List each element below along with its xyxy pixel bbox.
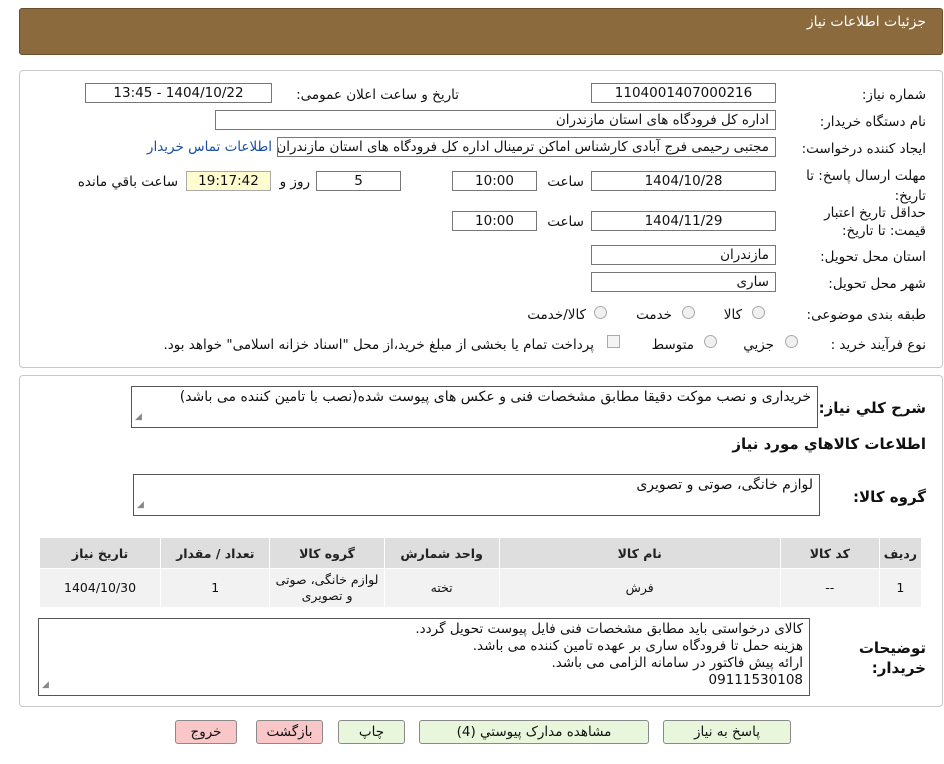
buyer-notes-textarea[interactable]: کالای درخواستی باید مطابق مشخصات فنی فای… (38, 618, 810, 696)
col-code-header: کد کالا (779, 537, 880, 569)
cell-group: لوازم خانگی، صوتی و تصویری (269, 568, 385, 608)
validity-date-field: 1404/11/29 (591, 211, 776, 231)
summary-text: خریداری و نصب موکت دقیقا مطابق مشخصات فن… (179, 389, 811, 405)
buyer-contact-link[interactable]: اطلاعات تماس خریدار (147, 139, 272, 155)
category-label: طبقه بندی موضوعی: (806, 307, 926, 323)
col-qty-header: تعداد / مقدار (160, 537, 271, 569)
cell-name: فرش (498, 568, 781, 608)
remaining-time-field: 19:17:42 (186, 171, 271, 191)
deadline-time-field: 10:00 (452, 171, 537, 191)
process-medium-radio[interactable] (704, 335, 717, 348)
need-number-field: 1104001407000216 (591, 83, 776, 103)
deadline-label: مهلت ارسال پاسخ: تا تاریخ: (806, 168, 926, 204)
goods-info-title: اطلاعات کالاهاي مورد نياز (732, 435, 926, 453)
announce-field: 1404/10/22 - 13:45 (85, 83, 272, 103)
days-label: روز و (279, 174, 310, 190)
process-label: نوع فرآیند خرید : (830, 337, 926, 353)
treasury-checkbox[interactable] (607, 335, 620, 348)
view-attachments-button[interactable]: مشاهده مدارک پیوستي (4) (419, 720, 649, 744)
category-service-label: خدمت (636, 307, 672, 323)
col-group-header: گروه کالا (269, 537, 385, 569)
resize-grip-icon[interactable]: ◢ (137, 497, 144, 514)
note-line: 09111530108 (708, 672, 803, 688)
summary-label: شرح کلي نياز: (818, 399, 926, 417)
buyer-org-field: اداره کل فرودگاه های استان مازندران (215, 110, 776, 130)
col-row-header: رديف (878, 537, 923, 569)
print-button[interactable]: چاپ (338, 720, 405, 744)
goods-group-label: گروه کالا: (853, 488, 926, 506)
category-service-radio[interactable] (682, 306, 695, 319)
goods-group-textarea[interactable]: لوازم خانگی، صوتی و تصویری ◢ (133, 474, 820, 516)
days-field: 5 (316, 171, 401, 191)
reply-button[interactable]: پاسخ به نیاز (663, 720, 791, 744)
col-date-header: تاريخ نياز (38, 537, 162, 569)
province-field: مازندران (591, 245, 776, 265)
process-minor-label: جزیي (743, 337, 774, 353)
process-minor-radio[interactable] (785, 335, 798, 348)
validity-label: حداقل تاریخ اعتبار قیمت: تا تاریخ: (824, 205, 926, 239)
note-line: هزینه حمل تا فرودگاه ساری بر عهده تامین … (472, 638, 803, 654)
cell-qty: 1 (160, 568, 271, 608)
goods-table: رديف کد کالا نام کالا واحد شمارش گروه کا… (38, 537, 923, 608)
deadline-time-label: ساعت (547, 174, 584, 190)
buyer-notes-label: توضیحات خریدار: (858, 639, 926, 677)
exit-button[interactable]: خروج (175, 720, 237, 744)
resize-grip-icon[interactable]: ◢ (42, 677, 49, 694)
payment-note: پرداخت تمام یا بخشی از مبلغ خرید،از محل … (163, 337, 594, 353)
city-label: شهر محل تحویل: (828, 276, 926, 292)
note-line: کالای درخواستی باید مطابق مشخصات فنی فای… (415, 621, 803, 637)
buyer-org-label: نام دستگاه خریدار: (819, 114, 926, 130)
announce-label: تاریخ و ساعت اعلان عمومی: (296, 87, 459, 103)
category-goods-service-radio[interactable] (594, 306, 607, 319)
need-number-label: شماره نیاز: (861, 87, 926, 103)
province-label: استان محل تحویل: (820, 249, 926, 265)
summary-textarea[interactable]: خریداری و نصب موکت دقیقا مطابق مشخصات فن… (131, 386, 818, 428)
table-row: 1 -- فرش تخته لوازم خانگی، صوتی و تصویری… (38, 568, 923, 608)
cell-row: 1 (878, 568, 923, 608)
process-medium-label: متوسط (651, 337, 694, 353)
category-goods-service-label: کالا/خدمت (527, 307, 586, 323)
requester-field: مجتبی رحیمی فرج آبادی کارشناس اماکن ترمی… (277, 137, 776, 157)
page-header (19, 8, 943, 55)
col-name-header: نام کالا (498, 537, 781, 569)
deadline-date-field: 1404/10/28 (591, 171, 776, 191)
col-unit-header: واحد شمارش (383, 537, 500, 569)
validity-time-field: 10:00 (452, 211, 537, 231)
cell-unit: تخته (383, 568, 500, 608)
cell-code: -- (779, 568, 880, 608)
back-button[interactable]: بازگشت (256, 720, 323, 744)
category-goods-label: کالا (723, 307, 742, 323)
city-field: ساری (591, 272, 776, 292)
page-title: جزئیات اطلاعات نیاز (806, 14, 926, 30)
remaining-label: ساعت باقي مانده (77, 174, 178, 190)
validity-time-label: ساعت (547, 214, 584, 230)
cell-date: 1404/10/30 (38, 568, 162, 608)
category-goods-radio[interactable] (752, 306, 765, 319)
resize-grip-icon[interactable]: ◢ (135, 409, 142, 426)
goods-group-text: لوازم خانگی، صوتی و تصویری (636, 477, 813, 493)
requester-label: ایجاد کننده درخواست: (801, 141, 926, 157)
table-header-row: رديف کد کالا نام کالا واحد شمارش گروه کا… (38, 537, 923, 569)
note-line: ارائه پیش فاکتور در سامانه الزامی می باش… (551, 655, 803, 671)
